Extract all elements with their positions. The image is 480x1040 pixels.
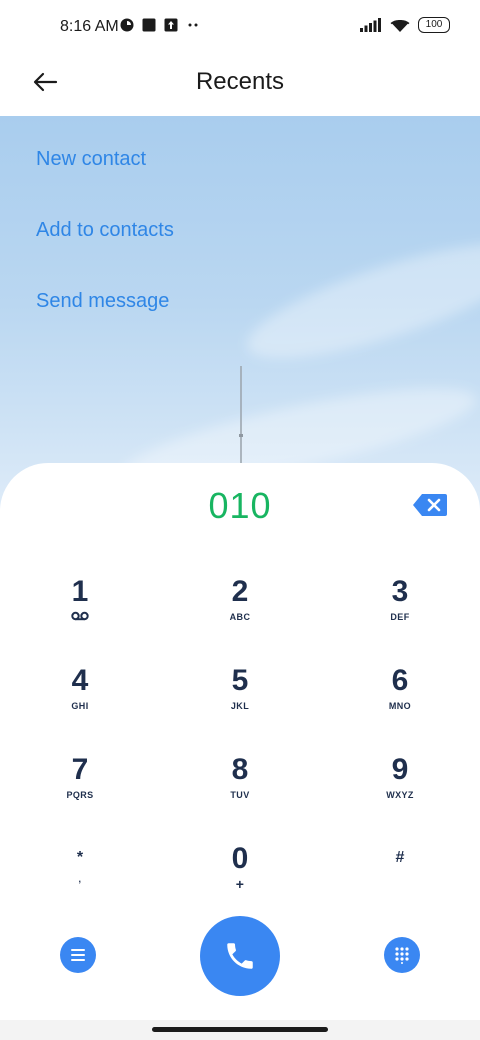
key-2[interactable]: 2 ABC xyxy=(180,575,300,653)
add-to-contacts-link[interactable]: Add to contacts xyxy=(36,219,174,242)
key-5[interactable]: 5 JKL xyxy=(180,664,300,742)
key-digit: * xyxy=(76,849,84,866)
key-digit: 9 xyxy=(391,753,409,786)
upload-icon xyxy=(164,18,178,32)
key-8[interactable]: 8 TUV xyxy=(180,753,300,831)
dialed-number: 010 xyxy=(208,485,272,526)
key-4[interactable]: 4 GHI xyxy=(20,664,140,742)
key-letters: TUV xyxy=(230,790,250,800)
key-digit: 3 xyxy=(391,575,409,608)
key-digit: 8 xyxy=(231,753,249,786)
menu-icon xyxy=(71,949,85,961)
call-button[interactable] xyxy=(200,916,280,996)
key-letters: WXYZ xyxy=(386,790,414,800)
square-icon xyxy=(142,18,156,32)
status-time: 8:16 AM xyxy=(60,18,119,35)
key-letters: PQRS xyxy=(66,790,94,800)
dialpad-icon xyxy=(395,947,409,964)
send-message-link[interactable]: Send message xyxy=(36,290,169,313)
battery-icon: 100 xyxy=(418,17,450,33)
key-digit: 2 xyxy=(231,575,249,608)
more-dots-icon xyxy=(188,23,198,27)
key-letters: DEF xyxy=(390,612,410,622)
key-1[interactable]: 1 xyxy=(20,575,140,653)
key-letters: + xyxy=(235,876,245,892)
key-star[interactable]: * , xyxy=(20,845,140,923)
wifi-icon xyxy=(390,19,410,32)
dialpad-sheet: 010 1 2 ABC 3 DEF 4 GHI 5 JKL 6 MNO 7 PQ… xyxy=(0,463,480,1040)
key-hash[interactable]: # xyxy=(340,845,460,923)
key-letters: MNO xyxy=(388,701,412,711)
key-digit: 0 xyxy=(231,842,249,875)
key-digit: # xyxy=(395,849,405,866)
key-letters: , xyxy=(78,874,82,884)
signal-icon xyxy=(360,18,381,32)
cloud-decoration xyxy=(236,221,480,381)
key-digit: 5 xyxy=(231,664,249,697)
key-digit: 1 xyxy=(71,575,89,608)
home-indicator[interactable] xyxy=(152,1027,328,1032)
menu-button[interactable] xyxy=(60,937,96,973)
key-digit: 6 xyxy=(391,664,409,697)
app-notification-icon xyxy=(120,18,134,32)
key-digit: 4 xyxy=(71,664,89,697)
key-0[interactable]: 0 + xyxy=(180,842,300,920)
new-contact-link[interactable]: New contact xyxy=(36,148,146,171)
status-bar: 8:16 AM 100 xyxy=(0,0,480,56)
key-7[interactable]: 7 PQRS xyxy=(20,753,140,831)
phone-icon xyxy=(227,943,253,969)
key-digit: 7 xyxy=(71,753,89,786)
backspace-icon[interactable] xyxy=(412,493,448,517)
status-icons-left xyxy=(120,18,200,32)
page-title: Recents xyxy=(195,68,285,95)
key-6[interactable]: 6 MNO xyxy=(340,664,460,742)
dialpad-toggle-button[interactable] xyxy=(384,937,420,973)
status-icons-right: 100 xyxy=(360,17,450,33)
app-header: Recents xyxy=(0,56,480,116)
voicemail-icon xyxy=(71,611,89,621)
key-9[interactable]: 9 WXYZ xyxy=(340,753,460,831)
key-letters: GHI xyxy=(71,701,89,711)
key-3[interactable]: 3 DEF xyxy=(340,575,460,653)
key-letters: JKL xyxy=(230,701,250,711)
key-letters: ABC xyxy=(229,612,251,622)
